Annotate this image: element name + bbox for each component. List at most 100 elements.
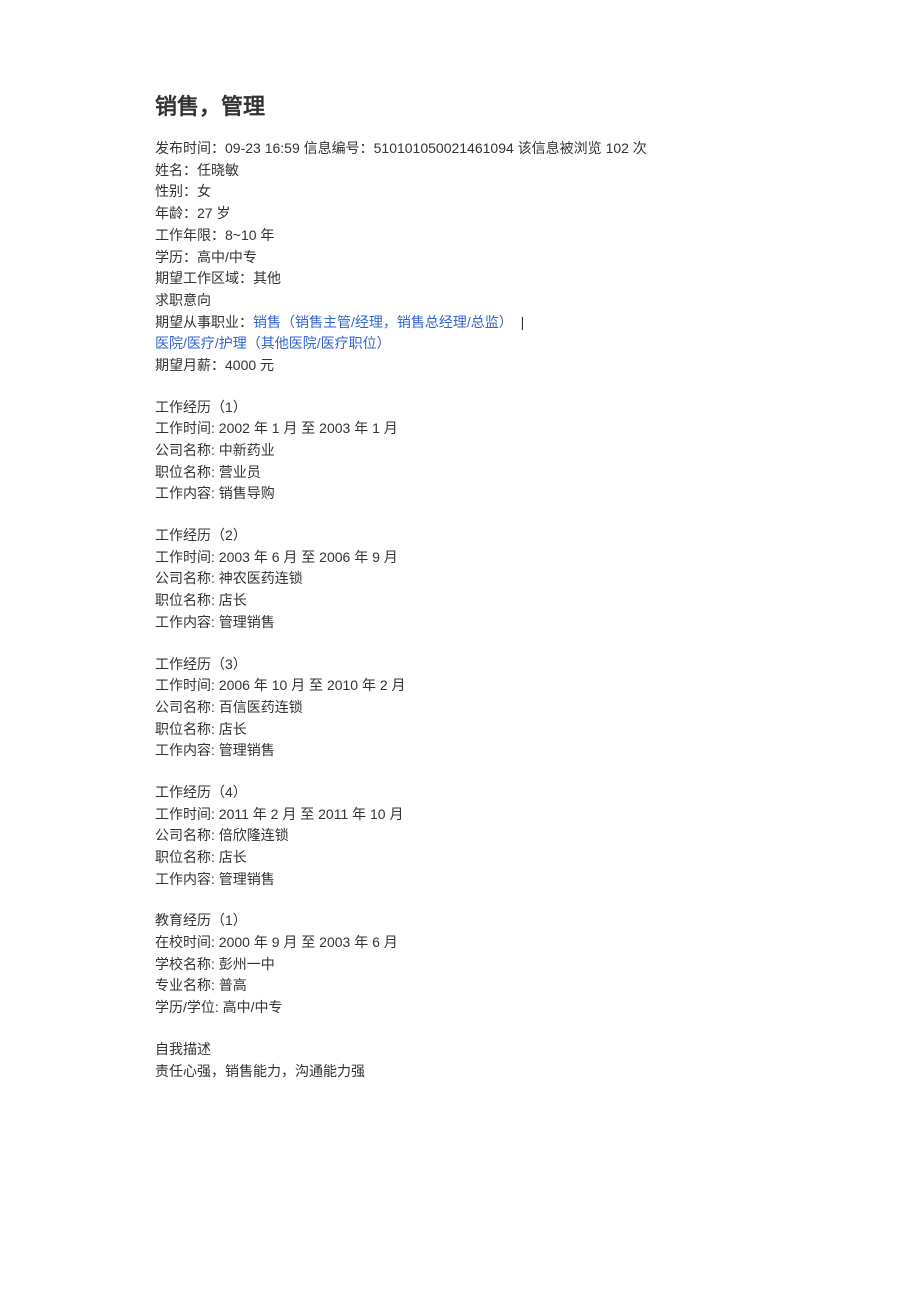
work-content-value: 销售导购 <box>219 485 275 501</box>
age-value: 27 岁 <box>197 205 230 221</box>
name-line: 姓名：任晓敏 <box>155 160 765 182</box>
region-line: 期望工作区域：其他 <box>155 268 765 290</box>
work-content-line: 工作内容: 管理销售 <box>155 740 765 762</box>
work-company-line: 公司名称: 百信医药连锁 <box>155 697 765 719</box>
work-exp-block-3: 工作经历（3） 工作时间: 2006 年 10 月 至 2010 年 2 月 公… <box>155 654 765 762</box>
work-time-line: 工作时间: 2003 年 6 月 至 2006 年 9 月 <box>155 547 765 569</box>
work-header: 工作经历（4） <box>155 782 765 804</box>
edu-line: 学历：高中/中专 <box>155 247 765 269</box>
work-content-label: 工作内容: <box>155 742 219 758</box>
salary-label: 期望月薪： <box>155 357 225 373</box>
publish-label: 发布时间： <box>155 140 225 156</box>
gender-label: 性别： <box>155 183 197 199</box>
work-exp-block-1: 工作经历（1） 工作时间: 2002 年 1 月 至 2003 年 1 月 公司… <box>155 397 765 505</box>
occupation-link-sales[interactable]: 销售（销售主管/经理，销售总经理/总监） <box>253 314 513 330</box>
work-company-label: 公司名称: <box>155 827 219 843</box>
self-content: 责任心强，销售能力，沟通能力强 <box>155 1061 765 1083</box>
edu-header: 教育经历（1） <box>155 910 765 932</box>
edu-time-label: 在校时间: <box>155 934 219 950</box>
work-time-value: 2006 年 10 月 至 2010 年 2 月 <box>219 677 406 693</box>
work-company-line: 公司名称: 神农医药连锁 <box>155 568 765 590</box>
edu-degree-value: 高中/中专 <box>223 999 283 1015</box>
work-header: 工作经历（2） <box>155 525 765 547</box>
view-count: 102 <box>606 140 629 156</box>
work-time-value: 2003 年 6 月 至 2006 年 9 月 <box>219 549 398 565</box>
meta-line: 发布时间：09-23 16:59 信息编号：510101050021461094… <box>155 138 765 160</box>
salary-line: 期望月薪：4000 元 <box>155 355 765 377</box>
view-suffix: 次 <box>629 140 647 156</box>
edu-school-label: 学校名称: <box>155 956 219 972</box>
edu-time-value: 2000 年 9 月 至 2003 年 6 月 <box>219 934 398 950</box>
self-description-block: 自我描述 责任心强，销售能力，沟通能力强 <box>155 1039 765 1082</box>
work-company-label: 公司名称: <box>155 699 219 715</box>
work-time-label: 工作时间: <box>155 549 219 565</box>
work-years-line: 工作年限：8~10 年 <box>155 225 765 247</box>
work-position-label: 职位名称: <box>155 592 219 608</box>
edu-value: 高中/中专 <box>197 249 257 265</box>
work-company-value: 百信医药连锁 <box>219 699 303 715</box>
work-content-line: 工作内容: 管理销售 <box>155 869 765 891</box>
work-years-label: 工作年限： <box>155 227 225 243</box>
occupation-line: 期望从事职业：销售（销售主管/经理，销售总经理/总监） | 医院/医疗/护理（其… <box>155 312 765 355</box>
name-label: 姓名： <box>155 162 197 178</box>
region-value: 其他 <box>253 270 281 286</box>
occupation-link-medical[interactable]: 医院/医疗/护理（其他医院/医疗职位） <box>155 335 391 351</box>
work-position-line: 职位名称: 营业员 <box>155 462 765 484</box>
work-content-value: 管理销售 <box>219 742 275 758</box>
work-company-label: 公司名称: <box>155 570 219 586</box>
edu-major-label: 专业名称: <box>155 977 219 993</box>
work-company-value: 倍欣隆连锁 <box>219 827 289 843</box>
intent-line: 求职意向 <box>155 290 765 312</box>
view-prefix: 该信息被浏览 <box>514 140 606 156</box>
meta-and-basic-block: 发布时间：09-23 16:59 信息编号：510101050021461094… <box>155 138 765 377</box>
gender-line: 性别：女 <box>155 181 765 203</box>
work-position-value: 店长 <box>219 721 247 737</box>
work-content-label: 工作内容: <box>155 871 219 887</box>
info-id-label: 信息编号： <box>300 140 374 156</box>
edu-school-value: 彭州一中 <box>219 956 275 972</box>
work-position-line: 职位名称: 店长 <box>155 847 765 869</box>
work-time-label: 工作时间: <box>155 677 219 693</box>
salary-value: 4000 元 <box>225 357 274 373</box>
work-position-label: 职位名称: <box>155 849 219 865</box>
work-content-value: 管理销售 <box>219 614 275 630</box>
occupation-label: 期望从事职业： <box>155 314 253 330</box>
work-company-line: 公司名称: 倍欣隆连锁 <box>155 825 765 847</box>
work-content-label: 工作内容: <box>155 485 219 501</box>
work-time-line: 工作时间: 2002 年 1 月 至 2003 年 1 月 <box>155 418 765 440</box>
work-time-value: 2011 年 2 月 至 2011 年 10 月 <box>219 806 404 822</box>
age-label: 年龄： <box>155 205 197 221</box>
publish-value: 09-23 16:59 <box>225 140 300 156</box>
edu-label: 学历： <box>155 249 197 265</box>
work-time-line: 工作时间: 2011 年 2 月 至 2011 年 10 月 <box>155 804 765 826</box>
age-line: 年龄：27 岁 <box>155 203 765 225</box>
page-title: 销售，管理 <box>155 90 765 124</box>
work-position-label: 职位名称: <box>155 464 219 480</box>
edu-degree-line: 学历/学位: 高中/中专 <box>155 997 765 1019</box>
work-time-value: 2002 年 1 月 至 2003 年 1 月 <box>219 420 398 436</box>
work-exp-block-4: 工作经历（4） 工作时间: 2011 年 2 月 至 2011 年 10 月 公… <box>155 782 765 890</box>
edu-degree-label: 学历/学位: <box>155 999 223 1015</box>
work-position-label: 职位名称: <box>155 721 219 737</box>
edu-major-value: 普高 <box>219 977 247 993</box>
work-position-line: 职位名称: 店长 <box>155 590 765 612</box>
edu-school-line: 学校名称: 彭州一中 <box>155 954 765 976</box>
work-years-value: 8~10 年 <box>225 227 274 243</box>
name-value: 任晓敏 <box>197 162 239 178</box>
work-position-line: 职位名称: 店长 <box>155 719 765 741</box>
occupation-separator: | <box>517 314 525 330</box>
work-header: 工作经历（1） <box>155 397 765 419</box>
work-header: 工作经历（3） <box>155 654 765 676</box>
work-company-value: 神农医药连锁 <box>219 570 303 586</box>
work-company-label: 公司名称: <box>155 442 219 458</box>
work-content-value: 管理销售 <box>219 871 275 887</box>
edu-major-line: 专业名称: 普高 <box>155 975 765 997</box>
region-label: 期望工作区域： <box>155 270 253 286</box>
edu-time-line: 在校时间: 2000 年 9 月 至 2003 年 6 月 <box>155 932 765 954</box>
gender-value: 女 <box>197 183 211 199</box>
work-time-label: 工作时间: <box>155 806 219 822</box>
work-company-line: 公司名称: 中新药业 <box>155 440 765 462</box>
work-time-label: 工作时间: <box>155 420 219 436</box>
work-exp-block-2: 工作经历（2） 工作时间: 2003 年 6 月 至 2006 年 9 月 公司… <box>155 525 765 633</box>
education-block-1: 教育经历（1） 在校时间: 2000 年 9 月 至 2003 年 6 月 学校… <box>155 910 765 1018</box>
